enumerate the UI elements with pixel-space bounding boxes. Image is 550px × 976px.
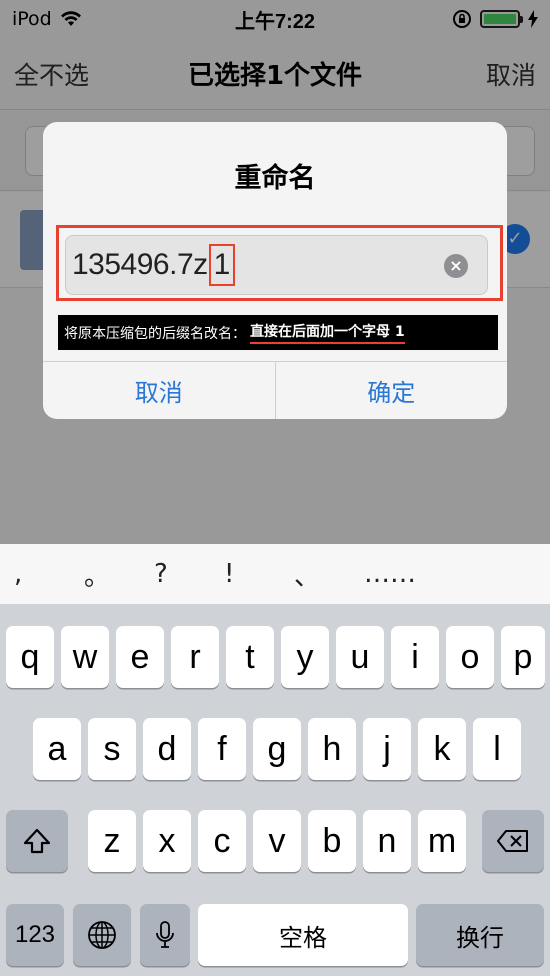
key-u[interactable]: u [336, 626, 384, 688]
punct-key[interactable]: 、 [294, 556, 364, 593]
key-s[interactable]: s [88, 718, 136, 780]
clear-icon[interactable]: × [444, 254, 468, 278]
key-m[interactable]: m [418, 810, 466, 872]
key-k[interactable]: k [418, 718, 466, 780]
microphone-icon [156, 921, 174, 948]
key-a[interactable]: a [33, 718, 81, 780]
key-p[interactable]: p [501, 626, 545, 688]
keyboard: q w e r t y u i o p a s d f g h j k l z … [0, 604, 550, 976]
return-key[interactable]: 换行 [416, 904, 544, 966]
delete-icon [497, 830, 528, 852]
cancel-button[interactable]: 取消 [43, 362, 275, 419]
punct-key[interactable]: ? [154, 559, 224, 589]
key-c[interactable]: c [198, 810, 246, 872]
key-o[interactable]: o [446, 626, 494, 688]
annotation-banner: 将原本压缩包的后缀名改名： 直接在后面加一个字母 1 [58, 315, 498, 350]
rename-dialog: 重命名 135496.7z 1 × 将原本压缩包的后缀名改名： 直接在后面加一个字… [43, 122, 507, 419]
annotation-text: 将原本压缩包的后缀名改名： [64, 325, 246, 342]
key-f[interactable]: f [198, 718, 246, 780]
key-l[interactable]: l [473, 718, 521, 780]
filename-input[interactable]: 135496.7z 1 × [65, 235, 488, 295]
key-y[interactable]: y [281, 626, 329, 688]
key-z[interactable]: z [88, 810, 136, 872]
numbers-key[interactable]: 123 [6, 904, 64, 966]
confirm-button[interactable]: 确定 [274, 362, 508, 419]
shift-key[interactable] [6, 810, 68, 872]
shift-icon [23, 828, 51, 854]
key-x[interactable]: x [143, 810, 191, 872]
key-i[interactable]: i [391, 626, 439, 688]
key-g[interactable]: g [253, 718, 301, 780]
delete-key[interactable] [482, 810, 544, 872]
punct-key[interactable]: ! [224, 559, 294, 589]
punctuation-bar: , 。 ? ! 、 …… [0, 544, 550, 604]
key-t[interactable]: t [226, 626, 274, 688]
dictation-key[interactable] [140, 904, 190, 966]
dialog-actions: 取消 确定 [43, 361, 507, 419]
key-b[interactable]: b [308, 810, 356, 872]
key-w[interactable]: w [61, 626, 109, 688]
punct-key[interactable]: 。 [84, 556, 154, 593]
space-key[interactable]: 空格 [198, 904, 408, 966]
key-j[interactable]: j [363, 718, 411, 780]
key-h[interactable]: h [308, 718, 356, 780]
punct-key[interactable]: , [14, 559, 84, 589]
globe-icon [88, 921, 116, 949]
key-d[interactable]: d [143, 718, 191, 780]
key-v[interactable]: v [253, 810, 301, 872]
dialog-title: 重命名 [234, 163, 316, 194]
appended-letter: 1 [208, 244, 235, 286]
punct-key[interactable]: …… [364, 559, 434, 589]
key-r[interactable]: r [171, 626, 219, 688]
key-q[interactable]: q [6, 626, 54, 688]
filename-value: 135496.7z [72, 248, 208, 281]
annotation-emphasis: 直接在后面加一个字母 1 [250, 321, 405, 344]
key-n[interactable]: n [363, 810, 411, 872]
key-e[interactable]: e [116, 626, 164, 688]
globe-key[interactable] [73, 904, 131, 966]
